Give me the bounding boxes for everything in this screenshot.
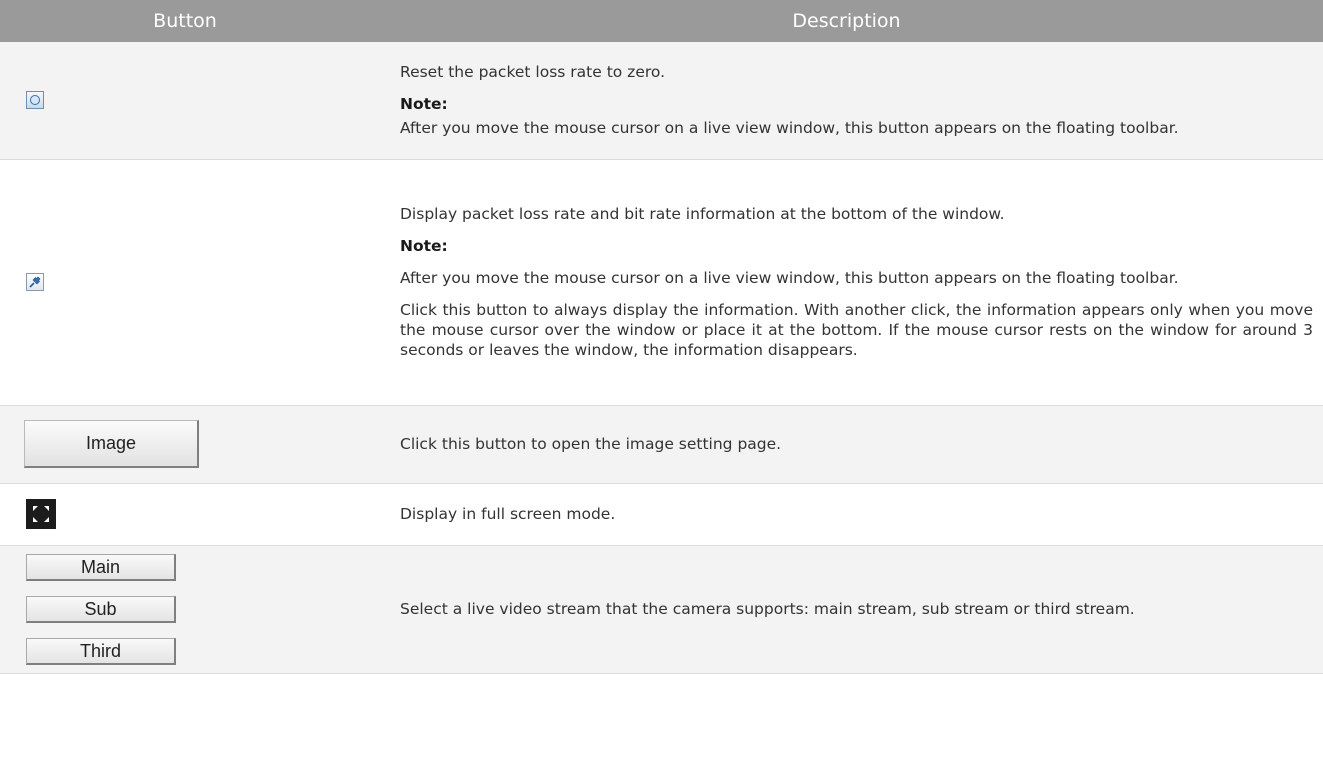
third-stream-button[interactable]: Third [26,637,176,665]
image-button[interactable]: Image [24,420,199,468]
circle-icon [30,95,40,106]
button-cell [0,42,370,160]
fullscreen-icon [33,506,49,522]
description-cell: Reset the packet loss rate to zero. Note… [370,42,1323,160]
pin-button[interactable] [26,273,44,291]
description-cell: Display in full screen mode. [370,483,1323,546]
description-cell: Select a live video stream that the came… [370,545,1323,674]
table-row: Display packet loss rate and bit rate in… [0,159,1323,406]
description-text: Display packet loss rate and bit rate in… [400,205,1005,223]
description-text: Select a live video stream that the came… [400,600,1135,618]
reset-packet-loss-button[interactable] [26,91,44,110]
description-cell: Click this button to open the image sett… [370,405,1323,484]
note-text: After you move the mouse cursor on a liv… [400,269,1179,287]
description-cell: Display packet loss rate and bit rate in… [370,159,1323,406]
stream-button-group: Main Sub Third [26,553,370,665]
table-row: Main Sub Third Select a live video strea… [0,545,1323,674]
table-header-row: Button Description [0,0,1323,42]
header-button-column: Button [0,0,370,42]
description-text: Display in full screen mode. [400,505,616,523]
table-row: Image Click this button to open the imag… [0,405,1323,484]
button-cell [0,159,370,406]
main-stream-button[interactable]: Main [26,553,176,581]
button-cell: Image [0,405,370,484]
table-row: Reset the packet loss rate to zero. Note… [0,42,1323,160]
header-description-column: Description [370,0,1323,42]
note-text: Click this button to always display the … [400,301,1313,359]
fullscreen-button[interactable] [26,499,56,529]
button-cell: Main Sub Third [0,545,370,674]
table-row: Display in full screen mode. [0,483,1323,546]
sub-stream-button[interactable]: Sub [26,595,176,623]
button-cell [0,483,370,546]
button-description-table: Button Description Reset the packet loss… [0,0,1323,674]
note-label: Note: [400,95,448,114]
pin-icon [29,276,41,288]
description-text: Reset the packet loss rate to zero. [400,63,666,82]
note-text: After you move the mouse cursor on a liv… [400,119,1179,138]
description-text: Click this button to open the image sett… [400,435,782,453]
note-label: Note: [400,237,448,255]
